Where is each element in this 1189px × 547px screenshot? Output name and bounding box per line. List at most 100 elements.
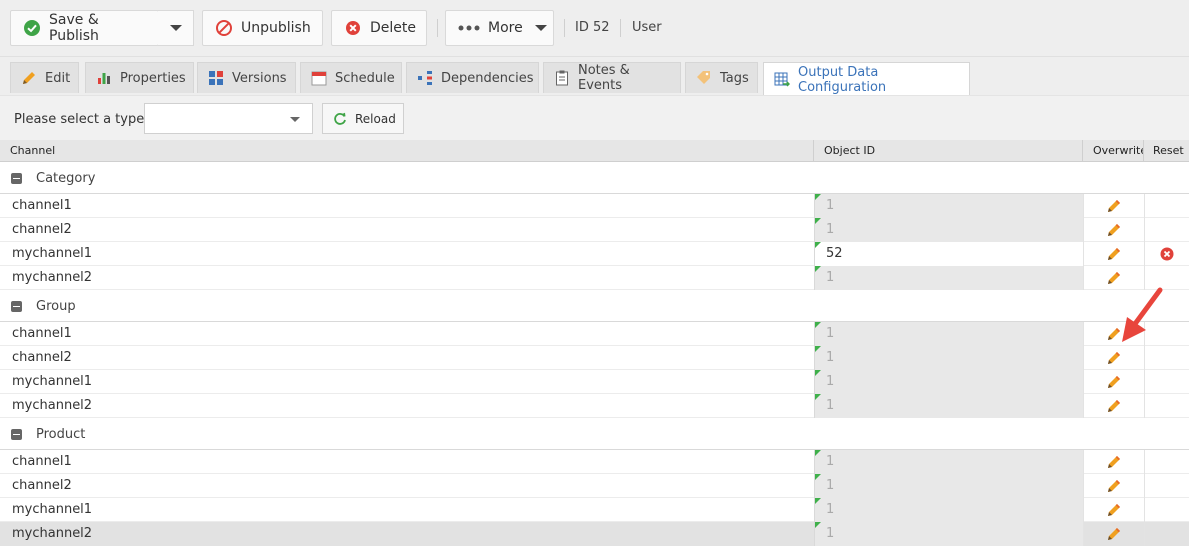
collapse-icon[interactable] xyxy=(11,301,22,312)
pencil-icon[interactable] xyxy=(1106,502,1122,518)
toolbar-separator xyxy=(564,19,565,37)
group-row-product[interactable]: Product xyxy=(0,418,1189,450)
group-row-group[interactable]: Group xyxy=(0,290,1189,322)
grid-body: Category channel1 1 channel2 1 mychannel1 52 my… xyxy=(0,162,1189,546)
table-row[interactable]: mychannel1 1 xyxy=(0,498,1189,522)
save-options-dropdown[interactable] xyxy=(158,10,194,46)
channel-cell: channel1 xyxy=(12,326,72,341)
reload-label: Reload xyxy=(355,111,396,126)
table-row[interactable]: channel2 1 xyxy=(0,218,1189,242)
annotation-arrow-icon xyxy=(1122,287,1163,342)
dirty-marker-icon xyxy=(815,474,821,480)
object-type-label: User xyxy=(632,20,662,35)
channel-cell: channel1 xyxy=(12,454,72,469)
tab-output-data-configuration[interactable]: Output Data Configuration xyxy=(763,62,970,96)
column-header-object-id[interactable]: Object ID xyxy=(814,140,1083,162)
group-title: Group xyxy=(36,299,76,314)
table-row[interactable]: channel2 1 xyxy=(0,346,1189,370)
prohibit-icon xyxy=(215,19,233,37)
chevron-down-icon xyxy=(290,117,300,122)
channel-cell: mychannel2 xyxy=(12,398,93,413)
pencil-icon[interactable] xyxy=(1106,198,1122,214)
delete-button[interactable]: Delete xyxy=(331,10,427,46)
tab-edit[interactable]: Edit xyxy=(10,62,79,93)
collapse-icon[interactable] xyxy=(11,429,22,440)
tab-label: Output Data Configuration xyxy=(798,64,887,95)
tab-notes-events[interactable]: Notes & Events xyxy=(543,62,681,93)
pencil-icon[interactable] xyxy=(1106,454,1122,470)
tab-properties[interactable]: Properties xyxy=(85,62,194,93)
toolbar-separator xyxy=(437,19,438,37)
object-id-cell: 1 xyxy=(814,474,1083,498)
tab-tags[interactable]: Tags xyxy=(685,62,758,93)
object-id-value: 1 xyxy=(826,198,835,213)
pencil-icon[interactable] xyxy=(1106,222,1122,238)
type-select[interactable] xyxy=(144,103,313,134)
reset-cell xyxy=(1144,242,1189,266)
more-label: More xyxy=(488,20,523,36)
more-button[interactable]: More xyxy=(445,10,554,46)
table-row[interactable]: channel2 1 xyxy=(0,474,1189,498)
table-row[interactable]: mychannel1 52 xyxy=(0,242,1189,266)
versions-icon xyxy=(208,70,224,86)
pencil-icon[interactable] xyxy=(1106,478,1122,494)
object-id-value: 1 xyxy=(826,526,835,541)
dirty-marker-icon xyxy=(815,322,821,328)
reset-cell xyxy=(1144,394,1189,418)
channel-cell: mychannel1 xyxy=(12,502,93,517)
tab-label: Dependencies xyxy=(441,70,534,86)
object-id-value: 52 xyxy=(826,246,843,261)
save-publish-label: Save & Publish xyxy=(49,12,99,44)
column-header-overwrite[interactable]: Overwrite xyxy=(1083,140,1144,162)
object-id-cell: 1 xyxy=(814,450,1083,474)
table-row[interactable]: channel1 1 xyxy=(0,450,1189,474)
dots-icon xyxy=(458,19,480,37)
tab-label: Properties xyxy=(120,70,186,86)
table-row[interactable]: mychannel2 1 xyxy=(0,522,1189,546)
table-row[interactable]: mychannel1 1 xyxy=(0,370,1189,394)
tab-bar: Edit Properties Versions Schedule Depend… xyxy=(0,57,1189,96)
table-row[interactable]: mychannel2 1 xyxy=(0,394,1189,418)
object-id-value: 1 xyxy=(826,270,835,285)
unpublish-button[interactable]: Unpublish xyxy=(202,10,323,46)
save-publish-button[interactable]: Save & Publish xyxy=(10,10,159,46)
overwrite-cell xyxy=(1083,522,1144,546)
table-row[interactable]: channel1 1 xyxy=(0,322,1189,346)
tab-dependencies[interactable]: Dependencies xyxy=(406,62,539,93)
reset-cell xyxy=(1144,522,1189,546)
tab-label: Tags xyxy=(720,70,749,86)
object-id-cell[interactable]: 52 xyxy=(814,242,1083,266)
object-id-value: 1 xyxy=(826,454,835,469)
dirty-marker-icon xyxy=(815,218,821,224)
channel-cell: mychannel1 xyxy=(12,246,93,261)
tag-icon xyxy=(696,70,712,86)
pencil-icon[interactable] xyxy=(1106,526,1122,542)
reset-cell xyxy=(1144,370,1189,394)
pencil-icon xyxy=(21,70,37,86)
column-header-channel[interactable]: Channel xyxy=(0,140,814,162)
tab-schedule[interactable]: Schedule xyxy=(300,62,402,93)
overwrite-cell xyxy=(1083,394,1144,418)
pencil-icon[interactable] xyxy=(1106,246,1122,262)
grid-export-icon xyxy=(774,72,790,88)
pencil-icon[interactable] xyxy=(1106,398,1122,414)
dirty-marker-icon xyxy=(815,194,821,200)
pencil-icon[interactable] xyxy=(1106,350,1122,366)
table-row[interactable]: channel1 1 xyxy=(0,194,1189,218)
reset-cell xyxy=(1144,218,1189,242)
group-row-category[interactable]: Category xyxy=(0,162,1189,194)
channel-cell: mychannel2 xyxy=(0,522,814,546)
pencil-icon[interactable] xyxy=(1106,374,1122,390)
column-header-reset[interactable]: Reset xyxy=(1144,140,1189,162)
table-row[interactable]: mychannel2 1 xyxy=(0,266,1189,290)
channel-cell: mychannel2 xyxy=(12,270,93,285)
reset-icon[interactable] xyxy=(1160,247,1174,261)
chevron-down-icon xyxy=(534,25,547,31)
reload-button[interactable]: Reload xyxy=(322,103,404,134)
grid-header: Channel Object ID Overwrite Reset xyxy=(0,140,1189,162)
dirty-marker-icon xyxy=(815,450,821,456)
overwrite-cell xyxy=(1083,370,1144,394)
tab-versions[interactable]: Versions xyxy=(197,62,296,93)
dirty-marker-icon xyxy=(815,498,821,504)
collapse-icon[interactable] xyxy=(11,173,22,184)
